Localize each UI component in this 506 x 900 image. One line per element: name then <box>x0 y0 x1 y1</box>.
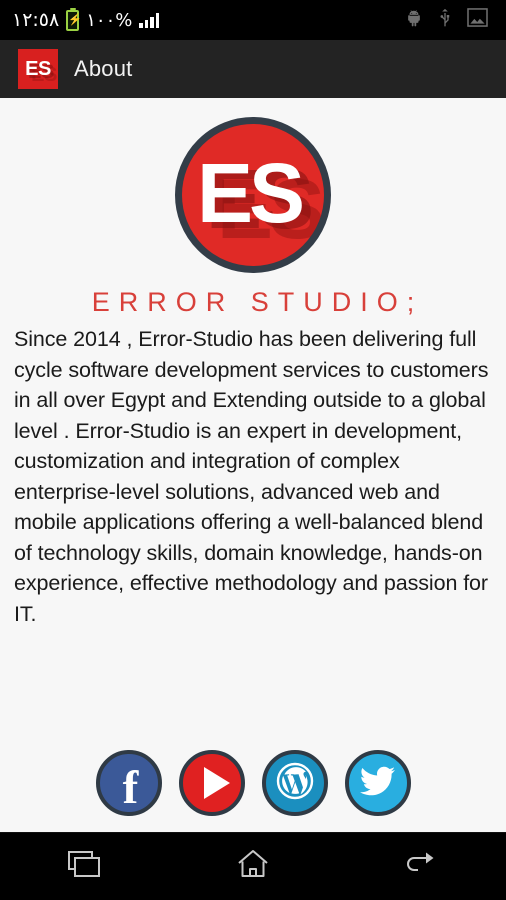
screenshot-image-icon <box>467 8 488 32</box>
social-links-row: f <box>0 750 506 816</box>
app-logo-letters: ES <box>25 57 51 80</box>
battery-charging-icon <box>66 9 80 31</box>
usb-icon <box>437 8 453 33</box>
android-nav-bar <box>0 832 506 900</box>
youtube-play-icon <box>203 767 230 799</box>
status-bar-right <box>405 8 494 33</box>
status-bar-left: ١٢:٥٨ %١٠٠ <box>12 9 160 31</box>
android-robot-icon <box>405 9 423 32</box>
signal-bars-icon <box>139 12 160 28</box>
phone-screen: ١٢:٥٨ %١٠٠ <box>0 0 506 900</box>
back-arrow-icon <box>405 851 439 882</box>
app-logo-icon[interactable]: ES <box>18 49 58 89</box>
home-icon <box>237 849 269 884</box>
about-content: ES ES ES ERROR STUDIO; Since 2014 , Erro… <box>0 98 506 832</box>
facebook-icon: f <box>122 761 139 814</box>
logo-letters: ES <box>196 146 305 240</box>
status-bar: ١٢:٥٨ %١٠٠ <box>0 0 506 40</box>
brand-name: ERROR STUDIO; <box>91 287 424 317</box>
page-title: About <box>74 56 133 81</box>
social-button-facebook[interactable]: f <box>95 750 162 816</box>
social-button-twitter[interactable] <box>344 750 411 816</box>
twitter-bird-icon <box>359 766 396 801</box>
about-description: Since 2014 , Error-Studio has been deliv… <box>14 327 489 626</box>
error-studio-logo: ES ES ES <box>175 117 331 273</box>
social-button-youtube[interactable] <box>178 750 245 816</box>
app-bar: ES About <box>0 40 506 98</box>
recents-icon <box>67 850 101 883</box>
home-button[interactable] <box>218 842 288 892</box>
brand-logo-wrapper: ES ES ES <box>0 98 506 273</box>
social-button-wordpress[interactable] <box>261 750 328 816</box>
status-time: ١٢:٥٨ <box>12 9 60 31</box>
wordpress-icon <box>275 761 315 806</box>
battery-percent-label: %١٠٠ <box>86 9 133 31</box>
recents-button[interactable] <box>49 842 119 892</box>
back-button[interactable] <box>387 842 457 892</box>
